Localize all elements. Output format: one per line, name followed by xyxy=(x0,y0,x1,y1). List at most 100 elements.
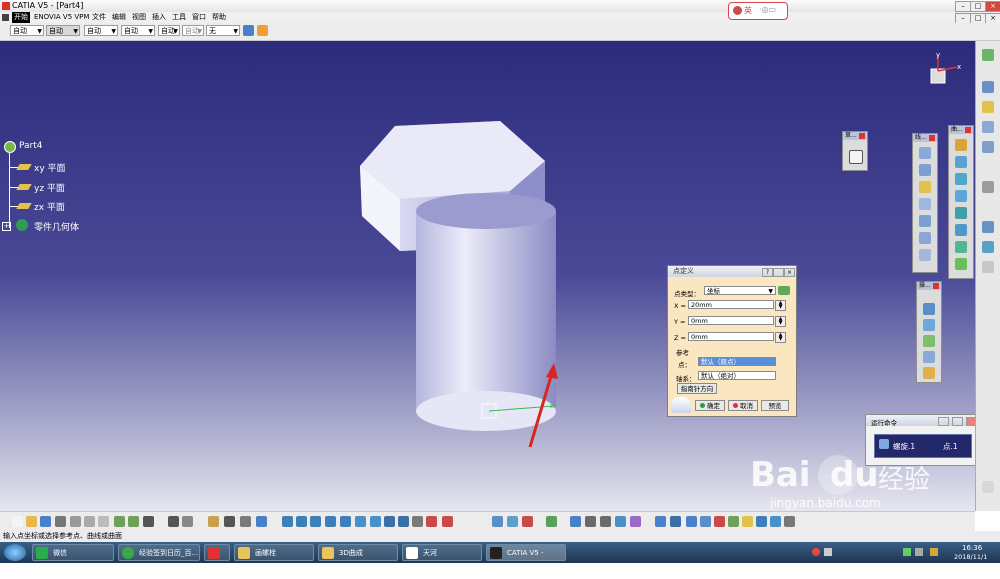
whats-this-icon[interactable] xyxy=(143,516,154,527)
lock-icon[interactable] xyxy=(778,286,790,295)
analysis-icon[interactable] xyxy=(714,516,725,527)
point-type-select[interactable]: 坐标 ▼ xyxy=(704,286,776,295)
swap-icon[interactable] xyxy=(412,516,423,527)
shading-icon[interactable] xyxy=(384,516,395,527)
pan-icon[interactable] xyxy=(296,516,307,527)
knowledge-icon[interactable] xyxy=(982,261,994,273)
taskbar-folder-bolt[interactable]: 画螺栓 xyxy=(234,544,314,561)
extrude-icon[interactable] xyxy=(955,139,967,151)
split-icon[interactable] xyxy=(923,319,935,331)
sketcher-icon[interactable] xyxy=(982,49,994,61)
spin-icon[interactable] xyxy=(585,516,596,527)
selection-trap-icon[interactable] xyxy=(742,516,753,527)
x-spinner[interactable]: ▲ ▼ xyxy=(775,300,786,311)
expand-toggle[interactable]: + xyxy=(2,222,11,231)
fillet-icon[interactable] xyxy=(923,335,935,347)
tree-item-yz-plane[interactable]: yz 平面 xyxy=(34,181,65,194)
close-icon[interactable] xyxy=(929,135,935,141)
minimize-button[interactable] xyxy=(938,417,949,426)
tray-flag-icon[interactable] xyxy=(930,548,938,556)
paint-icon[interactable] xyxy=(570,516,581,527)
dialog-restore-button[interactable] xyxy=(773,268,784,277)
extrapolate-icon[interactable] xyxy=(923,367,935,379)
taskbar-date[interactable]: 2018/11/1 xyxy=(954,553,987,561)
axis-system-field[interactable]: 默认（绝对） xyxy=(698,371,776,380)
menu-window[interactable]: 窗口 xyxy=(190,12,208,23)
menu-help[interactable]: 帮助 xyxy=(210,12,228,23)
view-icon[interactable] xyxy=(600,516,611,527)
taskbar-pccad[interactable]: 天河PCCAD2010... xyxy=(402,544,482,574)
tray-network-icon[interactable] xyxy=(903,548,911,556)
menu-view[interactable]: 视图 xyxy=(130,12,148,23)
zoom-out-icon[interactable] xyxy=(340,516,351,527)
redo-icon[interactable] xyxy=(128,516,139,527)
preview-button[interactable]: 预览 xyxy=(761,400,789,411)
sketch-icon[interactable] xyxy=(849,150,863,164)
line-icon[interactable] xyxy=(919,164,931,176)
parameters-icon[interactable] xyxy=(426,516,437,527)
formula-icon[interactable] xyxy=(168,516,179,527)
loft-icon[interactable] xyxy=(955,258,967,270)
3d-viewport[interactable]: Part4 xy 平面 yz 平面 zx 平面 + 零件几何体 ✕ y x 草.… xyxy=(0,41,979,511)
z-spinner[interactable]: ▲ ▼ xyxy=(775,332,786,343)
z-coordinate-input[interactable]: 0mm xyxy=(688,332,774,341)
linetype-combo[interactable]: 自动 ▼ xyxy=(121,25,155,36)
orient-icon[interactable] xyxy=(670,516,681,527)
render-style-combo[interactable]: 自动 ▼ xyxy=(182,25,204,36)
help-button[interactable]: ? xyxy=(762,268,773,277)
save-icon[interactable] xyxy=(40,516,51,527)
cylinder-icon[interactable] xyxy=(955,190,967,202)
pointer-icon[interactable] xyxy=(982,181,994,193)
taskbar-catia[interactable]: CATIA V5 - [Part... xyxy=(486,544,566,574)
ime-bar[interactable]: 英 ·◎▭ xyxy=(728,2,788,20)
tray-sogou-icon[interactable] xyxy=(812,548,820,556)
cut-icon[interactable] xyxy=(70,516,81,527)
catalog-icon[interactable] xyxy=(208,516,219,527)
wireframe-icon[interactable] xyxy=(522,516,533,527)
3d-compass-icon[interactable] xyxy=(728,516,739,527)
compass[interactable]: y x xyxy=(925,51,965,91)
projection-icon[interactable] xyxy=(919,198,931,210)
x-coordinate-input[interactable]: 20mm xyxy=(688,300,774,309)
taskbar-browser[interactable]: 经验签到日历_百... xyxy=(118,544,200,561)
painter-icon[interactable] xyxy=(243,25,254,36)
revolve-icon[interactable] xyxy=(955,156,967,168)
color-combo[interactable]: 自动 ▼ xyxy=(10,25,44,36)
plane-icon[interactable] xyxy=(919,181,931,193)
tree-item-xy-plane[interactable]: xy 平面 xyxy=(34,161,66,174)
scale-icon[interactable] xyxy=(784,516,795,527)
dialog-close-button[interactable]: × xyxy=(784,268,795,277)
cancel-button[interactable]: 取消 xyxy=(728,400,758,411)
compass-orientation-button[interactable]: 指南针方向 xyxy=(677,383,717,394)
circle-icon[interactable] xyxy=(919,232,931,244)
point-icon[interactable] xyxy=(919,147,931,159)
taskbar-app-red[interactable] xyxy=(204,544,230,561)
comment-icon[interactable] xyxy=(182,516,193,527)
axis-view-icon[interactable] xyxy=(700,516,711,527)
menu-tools[interactable]: 工具 xyxy=(170,12,188,23)
analysis-icon[interactable] xyxy=(982,241,994,253)
menu-enovia[interactable]: ENOVIA V5 VPM xyxy=(32,12,91,23)
layer-combo[interactable]: 无 ▼ xyxy=(206,25,240,36)
offset-icon[interactable] xyxy=(955,207,967,219)
paste-icon[interactable] xyxy=(98,516,109,527)
apply-material-icon[interactable] xyxy=(655,516,666,527)
filter-icon[interactable] xyxy=(756,516,767,527)
measure-icon[interactable] xyxy=(982,221,994,233)
menu-start[interactable]: 开始 xyxy=(12,12,30,23)
intersection-icon[interactable] xyxy=(919,215,931,227)
hide-show-icon[interactable] xyxy=(398,516,409,527)
select-all-icon[interactable] xyxy=(256,516,267,527)
grid-snap-icon[interactable] xyxy=(686,516,697,527)
open-icon[interactable] xyxy=(26,516,37,527)
y-coordinate-input[interactable]: 0mm xyxy=(688,316,774,325)
iso-view-icon[interactable] xyxy=(370,516,381,527)
start-orb-icon[interactable] xyxy=(4,544,26,561)
sketch-icon[interactable] xyxy=(507,516,518,527)
menu-edit[interactable]: 编辑 xyxy=(110,12,128,23)
texture-icon[interactable] xyxy=(615,516,626,527)
grid-icon[interactable] xyxy=(982,141,994,153)
new-icon[interactable] xyxy=(12,516,23,527)
ok-button[interactable]: 确定 xyxy=(695,400,725,411)
tree-item-part-body[interactable]: 零件几何体 xyxy=(34,220,79,233)
